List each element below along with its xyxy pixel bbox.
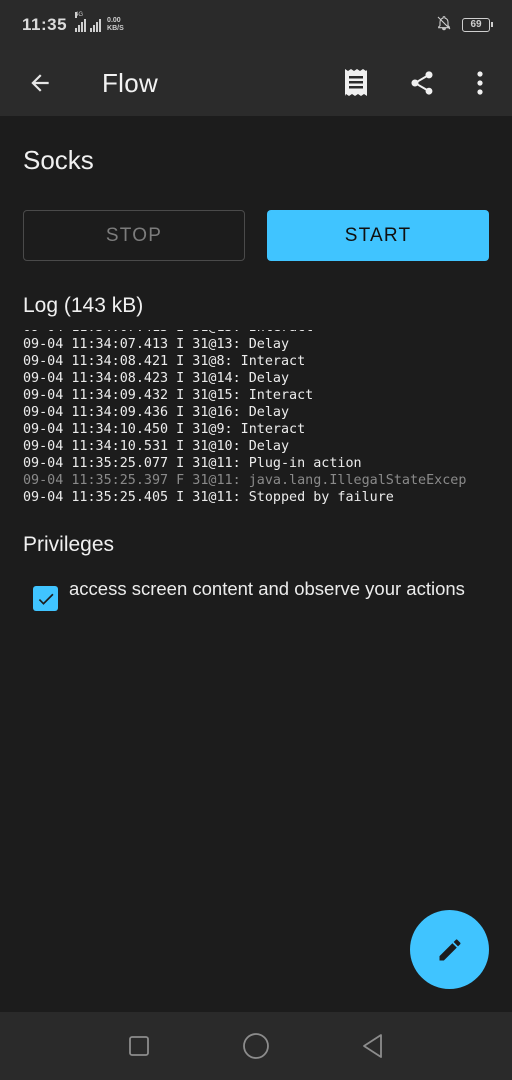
log-line: 09-04 11:34:07.413 I 31@13: Delay xyxy=(23,337,290,352)
log-line: 09-04 11:34:08.423 I 31@14: Delay xyxy=(23,371,290,386)
signal-icon-2 xyxy=(90,18,102,32)
log-line: 09-04 11:34:09.436 I 31@16: Delay xyxy=(23,405,290,420)
battery-icon: 69 xyxy=(462,18,493,32)
arrow-back-icon xyxy=(31,74,49,92)
edit-icon xyxy=(439,938,461,960)
stop-button[interactable]: STOP xyxy=(23,210,245,261)
log-line: 09-04 11:34:09.432 I 31@15: Interact xyxy=(23,388,314,403)
signal-icon: 4G xyxy=(75,12,87,32)
log-line: 09-04 11:35:25.077 I 31@11: Plug-in acti… xyxy=(23,456,362,471)
log-view[interactable]: 09-04 11:34:07.413 I 31@13: Interact09-0… xyxy=(23,330,491,507)
back-nav-button[interactable] xyxy=(353,1026,393,1066)
privilege-label: access screen content and observe your a… xyxy=(69,578,465,599)
log-line: 09-04 11:35:25.397 F 31@11: java.lang.Il… xyxy=(23,473,467,488)
more-vert-icon xyxy=(477,71,483,95)
app-bar: Flow xyxy=(0,50,512,116)
log-line: 09-04 11:34:10.450 I 31@9: Interact xyxy=(23,422,306,437)
log-line: 09-04 11:34:08.421 I 31@8: Interact xyxy=(23,354,306,369)
recents-button[interactable] xyxy=(119,1026,159,1066)
log-button[interactable] xyxy=(334,61,378,105)
home-button[interactable] xyxy=(236,1026,276,1066)
log-line: 09-04 11:35:25.405 I 31@11: Stopped by f… xyxy=(23,490,394,505)
app-title: Flow xyxy=(102,67,159,98)
notification-off-icon xyxy=(436,15,452,36)
edit-fab-button[interactable] xyxy=(410,910,489,989)
status-bar: 11:35 4G 0.00 KB/S 69 xyxy=(0,0,512,50)
home-circle-icon xyxy=(243,1033,269,1059)
privilege-checkbox[interactable] xyxy=(33,586,58,611)
receipt-icon xyxy=(345,69,367,96)
log-title: Log (143 kB) xyxy=(23,294,144,317)
more-options-button[interactable] xyxy=(458,61,502,105)
share-button[interactable] xyxy=(400,61,444,105)
share-icon xyxy=(411,71,433,95)
back-triangle-icon xyxy=(363,1034,383,1058)
log-line: 09-04 11:34:10.531 I 31@10: Delay xyxy=(23,439,290,454)
privilege-item[interactable]: access screen content and observe your a… xyxy=(33,577,473,611)
section-title: Socks xyxy=(23,145,94,175)
network-type: 4G xyxy=(75,12,84,18)
system-nav-bar xyxy=(0,1012,512,1080)
check-icon xyxy=(38,593,53,605)
recents-square-icon xyxy=(128,1036,149,1056)
status-time: 11:35 xyxy=(22,15,68,34)
start-button[interactable]: START xyxy=(267,210,489,261)
privileges-title: Privileges xyxy=(23,533,115,556)
speed-unit: KB/S xyxy=(107,25,124,32)
network-speed: 0.00 KB/S xyxy=(107,17,124,33)
back-button[interactable] xyxy=(20,63,60,103)
speed-value: 0.00 xyxy=(107,17,121,24)
